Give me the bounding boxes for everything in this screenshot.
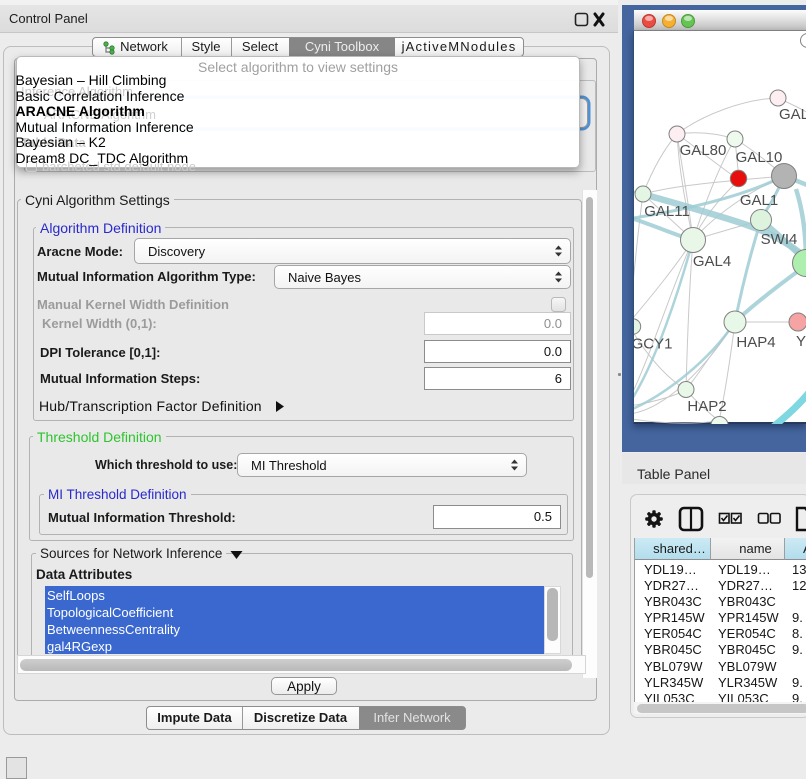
- svg-text:Y: Y: [796, 333, 806, 350]
- svg-text:HAP2: HAP2: [687, 398, 726, 415]
- svg-text:GAL: GAL: [779, 106, 806, 123]
- svg-text:SWI4: SWI4: [761, 231, 798, 248]
- svg-text:GAL11: GAL11: [644, 203, 690, 220]
- svg-text:GCY1: GCY1: [633, 336, 672, 353]
- svg-text:GAL4: GAL4: [693, 253, 731, 270]
- svg-text:GAL1: GAL1: [740, 192, 778, 209]
- svg-text:GAL10: GAL10: [736, 149, 783, 166]
- svg-text:GAL80: GAL80: [680, 142, 727, 159]
- svg-text:HAP4: HAP4: [736, 334, 775, 351]
